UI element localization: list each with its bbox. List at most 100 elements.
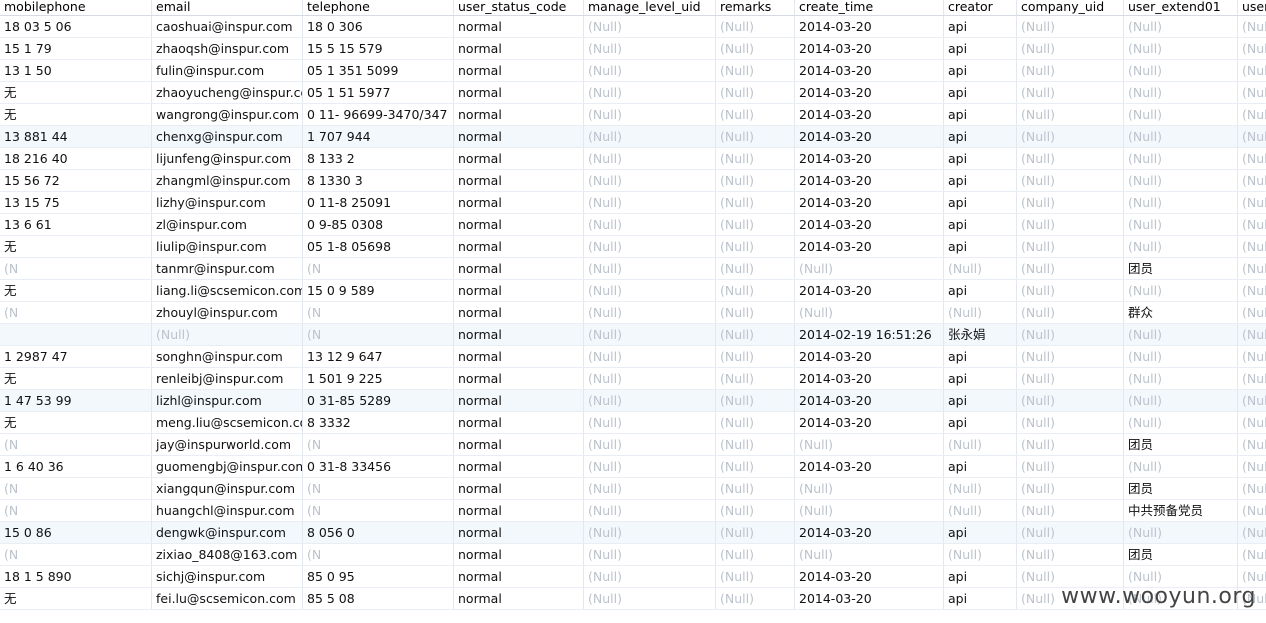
table-cell-telephone[interactable]: 1 501 9 225 <box>303 368 454 389</box>
table-cell-user-status-code[interactable]: normal <box>454 126 584 147</box>
table-cell-telephone[interactable]: 8 056 0 <box>303 522 454 543</box>
table-cell-telephone[interactable]: 0 31-8 33456 <box>303 456 454 477</box>
table-cell-create-time[interactable]: 2014-03-20 <box>795 16 944 37</box>
column-header[interactable]: creator <box>944 0 1017 15</box>
table-cell-create-time[interactable]: (Null) <box>795 500 944 521</box>
table-cell-remarks[interactable]: (Null) <box>716 214 795 235</box>
table-cell-user-extend01[interactable]: 团员 <box>1124 544 1238 565</box>
table-cell-user[interactable]: (Nul <box>1238 346 1266 367</box>
table-cell-company-uid[interactable]: (Null) <box>1017 522 1124 543</box>
table-cell-mobilephone[interactable]: 无 <box>0 588 152 609</box>
table-cell-create-time[interactable]: 2014-03-20 <box>795 60 944 81</box>
table-cell-user-extend01[interactable]: (Null) <box>1124 236 1238 257</box>
table-cell-mobilephone[interactable]: 无 <box>0 82 152 103</box>
table-cell-creator[interactable]: api <box>944 236 1017 257</box>
table-cell-user-status-code[interactable]: normal <box>454 280 584 301</box>
table-cell-remarks[interactable]: (Null) <box>716 82 795 103</box>
table-cell-user-extend01[interactable]: 团员 <box>1124 478 1238 499</box>
table-cell-create-time[interactable]: 2014-03-20 <box>795 346 944 367</box>
table-cell-telephone[interactable]: 0 11-8 25091 <box>303 192 454 213</box>
table-row[interactable]: 1 47 53 99 lizhl@inspur.com 0 31-85 5289 no… <box>0 390 1266 412</box>
table-cell-email[interactable]: chenxg@inspur.com <box>152 126 303 147</box>
table-row[interactable]: 无 wangrong@inspur.com 0 11- 96699-3470/347… <box>0 104 1266 126</box>
table-cell-user-status-code[interactable]: normal <box>454 566 584 587</box>
table-cell-telephone[interactable]: (N <box>303 478 454 499</box>
table-cell-user[interactable]: (Nul <box>1238 170 1266 191</box>
table-row[interactable]: 无 renleibj@inspur.com 1 501 9 225 normal (Nu… <box>0 368 1266 390</box>
table-cell-remarks[interactable]: (Null) <box>716 434 795 455</box>
table-cell-remarks[interactable]: (Null) <box>716 588 795 609</box>
table-row[interactable]: (N zixiao_8408@163.com (N normal (Null) (Null… <box>0 544 1266 566</box>
table-cell-user[interactable]: (Nul <box>1238 412 1266 433</box>
table-cell-user-extend01[interactable]: (Null) <box>1124 126 1238 147</box>
table-cell-email[interactable]: zhangml@inspur.com <box>152 170 303 191</box>
table-cell-email[interactable]: liulip@inspur.com <box>152 236 303 257</box>
table-cell-remarks[interactable]: (Null) <box>716 236 795 257</box>
table-row[interactable]: 13 15 75 lizhy@inspur.com 0 11-8 25091 norm… <box>0 192 1266 214</box>
table-cell-company-uid[interactable]: (Null) <box>1017 434 1124 455</box>
table-cell-mobilephone[interactable]: 15 0 86 <box>0 522 152 543</box>
table-cell-user-extend01[interactable]: (Null) <box>1124 104 1238 125</box>
table-cell-create-time[interactable]: (Null) <box>795 434 944 455</box>
table-cell-manage-level-uid[interactable]: (Null) <box>584 280 716 301</box>
table-cell-company-uid[interactable]: (Null) <box>1017 368 1124 389</box>
table-row[interactable]: 13 1 50 fulin@inspur.com 05 1 351 5099 norm… <box>0 60 1266 82</box>
table-cell-remarks[interactable]: (Null) <box>716 104 795 125</box>
table-cell-mobilephone[interactable]: 1 47 53 99 <box>0 390 152 411</box>
table-cell-mobilephone[interactable]: 无 <box>0 280 152 301</box>
table-cell-email[interactable]: zl@inspur.com <box>152 214 303 235</box>
table-cell-company-uid[interactable]: (Null) <box>1017 412 1124 433</box>
table-cell-manage-level-uid[interactable]: (Null) <box>584 434 716 455</box>
table-cell-manage-level-uid[interactable]: (Null) <box>584 236 716 257</box>
table-cell-remarks[interactable]: (Null) <box>716 456 795 477</box>
table-cell-create-time[interactable]: 2014-03-20 <box>795 104 944 125</box>
table-cell-email[interactable]: zixiao_8408@163.com <box>152 544 303 565</box>
table-cell-email[interactable]: lijunfeng@inspur.com <box>152 148 303 169</box>
table-cell-user-extend01[interactable]: (Null) <box>1124 522 1238 543</box>
table-cell-user-extend01[interactable]: (Null) <box>1124 390 1238 411</box>
table-cell-company-uid[interactable]: (Null) <box>1017 60 1124 81</box>
table-cell-company-uid[interactable]: (Null) <box>1017 544 1124 565</box>
table-cell-user-extend01[interactable]: (Null) <box>1124 192 1238 213</box>
table-cell-telephone[interactable]: 85 0 95 <box>303 566 454 587</box>
table-cell-mobilephone[interactable]: 15 56 72 <box>0 170 152 191</box>
table-cell-user-status-code[interactable]: normal <box>454 170 584 191</box>
table-cell-email[interactable]: lizhl@inspur.com <box>152 390 303 411</box>
table-cell-user[interactable]: (Nul <box>1238 258 1266 279</box>
table-cell-user-extend01[interactable]: (Null) <box>1124 346 1238 367</box>
column-header[interactable]: user_status_code <box>454 0 584 15</box>
table-cell-create-time[interactable]: 2014-03-20 <box>795 412 944 433</box>
table-cell-creator[interactable]: api <box>944 126 1017 147</box>
table-cell-user[interactable]: (Nul <box>1238 302 1266 323</box>
table-cell-user-extend01[interactable]: (Null) <box>1124 170 1238 191</box>
table-cell-telephone[interactable]: (N <box>303 500 454 521</box>
table-cell-remarks[interactable]: (Null) <box>716 346 795 367</box>
table-cell-creator[interactable]: api <box>944 456 1017 477</box>
table-cell-create-time[interactable]: 2014-03-20 <box>795 390 944 411</box>
table-row[interactable]: (N jay@inspurworld.com (N normal (Null) (Null… <box>0 434 1266 456</box>
table-cell-email[interactable]: renleibj@inspur.com <box>152 368 303 389</box>
table-cell-creator[interactable]: (Null) <box>944 434 1017 455</box>
table-cell-telephone[interactable]: 0 11- 96699-3470/347 <box>303 104 454 125</box>
table-cell-email[interactable]: (Null) <box>152 324 303 345</box>
table-cell-telephone[interactable]: 0 31-85 5289 <box>303 390 454 411</box>
table-cell-create-time[interactable]: 2014-03-20 <box>795 38 944 59</box>
table-cell-user[interactable]: (Nul <box>1238 126 1266 147</box>
table-row[interactable]: (N zhouyl@inspur.com (N normal (Null) (Null)(… <box>0 302 1266 324</box>
table-cell-email[interactable]: jay@inspurworld.com <box>152 434 303 455</box>
table-cell-remarks[interactable]: (Null) <box>716 566 795 587</box>
table-cell-user-status-code[interactable]: normal <box>454 148 584 169</box>
table-cell-creator[interactable]: (Null) <box>944 478 1017 499</box>
table-cell-mobilephone[interactable]: 18 1 5 890 <box>0 566 152 587</box>
table-cell-create-time[interactable]: 2014-03-20 <box>795 148 944 169</box>
table-cell-company-uid[interactable]: (Null) <box>1017 258 1124 279</box>
table-cell-remarks[interactable]: (Null) <box>716 60 795 81</box>
table-cell-creator[interactable]: api <box>944 390 1017 411</box>
table-cell-telephone[interactable]: 13 12 9 647 <box>303 346 454 367</box>
table-cell-telephone[interactable]: 0 9-85 0308 <box>303 214 454 235</box>
table-cell-mobilephone[interactable]: (N <box>0 544 152 565</box>
table-cell-remarks[interactable]: (Null) <box>716 16 795 37</box>
table-cell-remarks[interactable]: (Null) <box>716 38 795 59</box>
table-cell-company-uid[interactable]: (Null) <box>1017 126 1124 147</box>
table-cell-manage-level-uid[interactable]: (Null) <box>584 566 716 587</box>
